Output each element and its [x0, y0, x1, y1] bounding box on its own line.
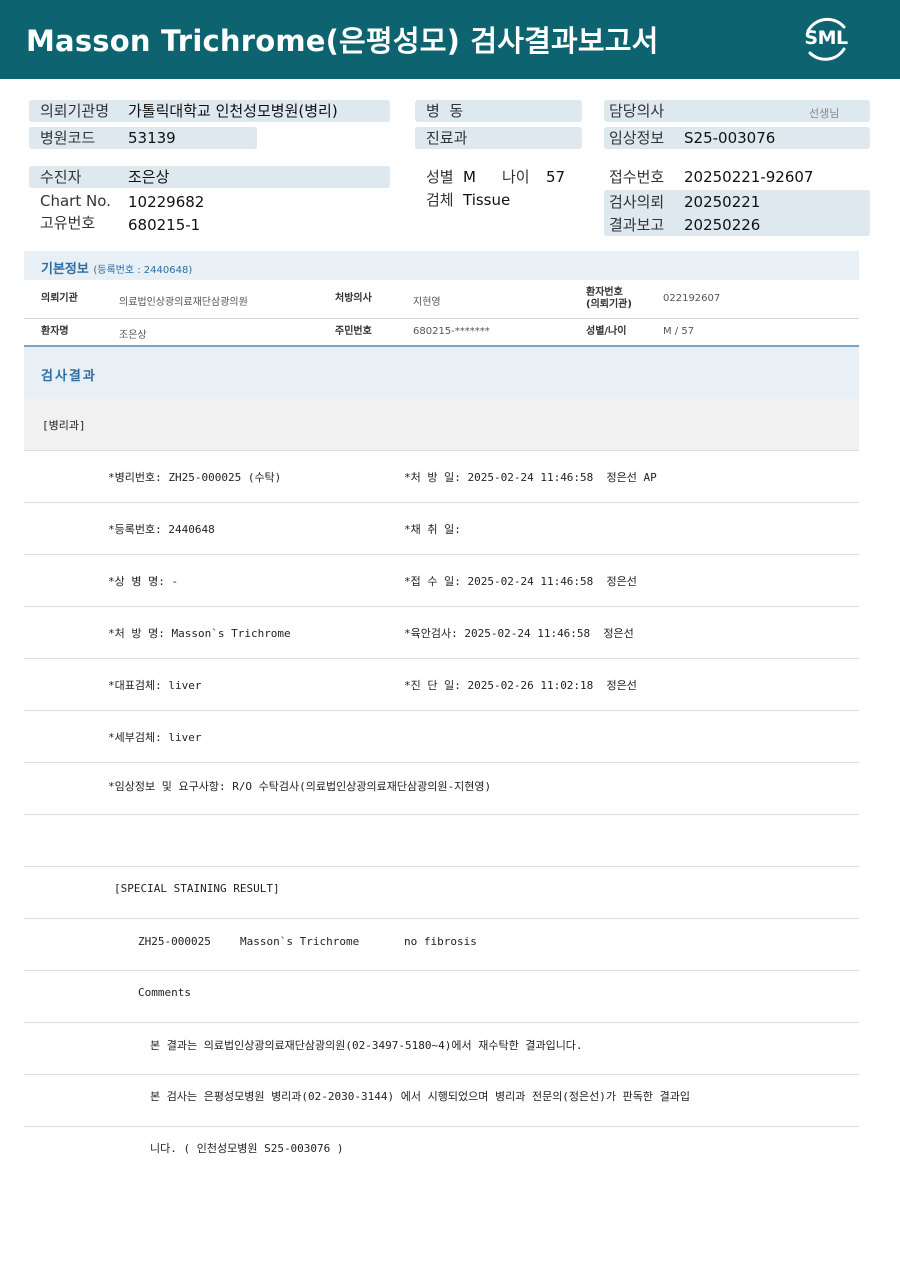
unique-label: 고유번호	[40, 214, 96, 232]
name-value: 조은상	[119, 330, 147, 341]
patient-no-label-line2: (의뢰기관)	[586, 299, 632, 310]
age-value: 57	[546, 168, 566, 186]
sml-logo-icon: SML	[800, 13, 852, 65]
req-org-value: 가톨릭대학교 인천성모병원(병리)	[128, 102, 338, 120]
rrn-label: 주민번호	[335, 326, 372, 337]
name-label: 환자명	[41, 326, 69, 337]
result-right: *진 단 일: 2025-02-26 11:02:18 정은선	[404, 679, 637, 692]
rrn-value: 680215-*******	[413, 326, 490, 337]
comment-3: 니다. ( 인천성모병원 S25-003076 )	[150, 1142, 344, 1155]
patient-no-value: 022192607	[663, 293, 721, 304]
special-result-row: ZH25-000025 Masson`s Trichrome no fibros…	[24, 919, 859, 971]
patient-value: 조은상	[128, 168, 170, 186]
request-label: 검사의뢰	[609, 193, 665, 211]
hosp-code-value: 53139	[128, 129, 176, 147]
result-left: *세부검체: liver	[108, 731, 202, 744]
sex-value: M	[463, 168, 476, 186]
results-header	[24, 347, 859, 398]
patient-label: 수진자	[40, 168, 82, 186]
result-row-1: *병리번호: ZH25-000025 (수탁) *처 방 일: 2025-02-…	[24, 451, 859, 503]
report-header: Masson Trichrome(은평성모) 검사결과보고서 SML	[0, 0, 900, 79]
special-test: Masson`s Trichrome	[240, 935, 360, 948]
basic-info-reg-note: (등록번호 : 2440648)	[93, 265, 193, 276]
dept-label: 진료과	[426, 129, 468, 147]
result-right: *채 취 일:	[404, 523, 461, 536]
chart-label: Chart No.	[40, 192, 111, 210]
result-row-4: *처 방 명: Masson`s Trichrome *육안검사: 2025-0…	[24, 607, 859, 659]
unique-value: 680215-1	[128, 216, 201, 234]
hosp-code-label: 병원코드	[40, 129, 96, 147]
result-left: *등록번호: 2440648	[108, 523, 215, 536]
result-right: *접 수 일: 2025-02-24 11:46:58 정은선	[404, 575, 637, 588]
org-label: 의뢰기관	[41, 293, 78, 304]
result-right: *처 방 일: 2025-02-24 11:46:58 정은선 AP	[404, 471, 657, 484]
doctor-suffix: 선생님	[809, 107, 840, 120]
request-value: 20250221	[684, 193, 761, 211]
specimen-label: 검체	[426, 191, 454, 209]
doctor-label: 담당의사	[609, 102, 665, 120]
result-left: *임상정보 및 요구사항: R/O 수탁검사(의료법인상광의료재단삼광의원-지현…	[108, 780, 492, 793]
report-label: 결과보고	[609, 216, 665, 234]
req-org-label: 의뢰기관명	[40, 102, 110, 120]
patient-no-label: 환자번호 (의뢰기관)	[586, 287, 632, 311]
patient-no-label-line1: 환자번호	[586, 287, 623, 298]
result-row-5: *대표검체: liver *진 단 일: 2025-02-26 11:02:18…	[24, 659, 859, 711]
chart-value: 10229682	[128, 193, 205, 211]
comment-1: 본 결과는 의료법인상광의료재단삼광의원(02-3497-5180~4)에서 재…	[150, 1039, 583, 1052]
result-left: *병리번호: ZH25-000025 (수탁)	[108, 471, 282, 484]
sexage-value: M / 57	[663, 326, 695, 337]
receipt-value: 20250221-92607	[684, 168, 814, 186]
basic-info-title-text: 기본정보	[41, 262, 89, 277]
result-right: *육안검사: 2025-02-24 11:46:58 정은선	[404, 627, 634, 640]
result-row-6: *세부검체: liver	[24, 711, 859, 763]
result-left: *대표검체: liver	[108, 679, 202, 692]
result-row-blank	[24, 815, 859, 867]
special-title-row: [SPECIAL STAINING RESULT]	[24, 867, 859, 919]
sex-label: 성별	[426, 168, 454, 186]
org-value: 의료법인상광의료재단삼광의원	[119, 297, 248, 308]
special-result: no fibrosis	[404, 935, 477, 948]
basic-row-divider	[24, 318, 859, 319]
comments-row: Comments	[24, 971, 859, 1023]
special-title: [SPECIAL STAINING RESULT]	[114, 882, 280, 895]
dept-label-text: [병리과]	[42, 419, 86, 432]
result-left: *처 방 명: Masson`s Trichrome	[108, 627, 291, 640]
comments-label: Comments	[138, 986, 191, 999]
results-title: 검사결과	[41, 369, 97, 384]
logo-text: SML	[804, 27, 848, 49]
presc-label: 처방의사	[335, 293, 372, 304]
dept-row: [병리과]	[24, 398, 859, 451]
comment-row-1: 본 결과는 의료법인상광의료재단삼광의원(02-3497-5180~4)에서 재…	[24, 1023, 859, 1075]
patient-bar	[29, 166, 390, 188]
comment-row-2: 본 검사는 은평성모병원 병리과(02-2030-3144) 에서 시행되었으며…	[24, 1075, 859, 1127]
special-id: ZH25-000025	[138, 935, 211, 948]
result-row-7: *임상정보 및 요구사항: R/O 수탁검사(의료법인상광의료재단삼광의원-지현…	[24, 763, 859, 815]
presc-value: 지현영	[413, 297, 441, 308]
comment-2: 본 검사는 은평성모병원 병리과(02-2030-3144) 에서 시행되었으며…	[150, 1090, 691, 1103]
specimen-value: Tissue	[463, 191, 511, 209]
result-row-2: *등록번호: 2440648 *채 취 일:	[24, 503, 859, 555]
ward-label: 병 동	[426, 102, 464, 120]
receipt-label: 접수번호	[609, 168, 665, 186]
age-label: 나이	[502, 168, 530, 186]
report-value: 20250226	[684, 216, 761, 234]
report-title: Masson Trichrome(은평성모) 검사결과보고서	[26, 24, 659, 58]
result-left: *상 병 명: -	[108, 575, 179, 588]
clinical-label: 임상정보	[609, 129, 665, 147]
result-row-3: *상 병 명: - *접 수 일: 2025-02-24 11:46:58 정은…	[24, 555, 859, 607]
sexage-label: 성별/나이	[586, 326, 627, 337]
clinical-value: S25-003076	[684, 129, 776, 147]
basic-info-title: 기본정보 (등록번호 : 2440648)	[41, 258, 192, 277]
